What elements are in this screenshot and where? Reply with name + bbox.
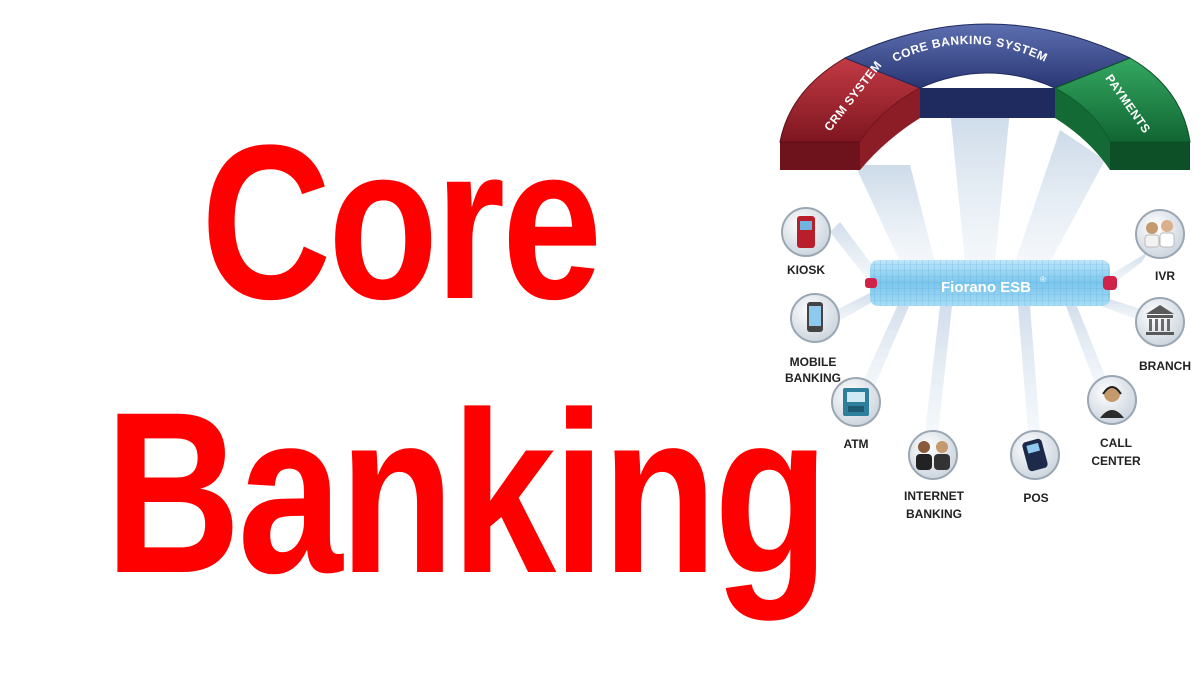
label-ivr: IVR xyxy=(1155,269,1175,283)
node-mobile-banking: MOBILE BANKING xyxy=(785,293,841,385)
label-internet-line2: BANKING xyxy=(906,507,962,521)
label-internet-line1: INTERNET xyxy=(904,489,965,503)
label-mobile-line2: BANKING xyxy=(785,371,841,385)
core-banking-diagram: CORE BANKING SYSTEM CRM SYSTEM PAYMENTS … xyxy=(779,23,1191,521)
node-internet-banking: INTERNET BANKING xyxy=(904,430,965,521)
node-call-center: CALL CENTER xyxy=(1087,375,1141,468)
label-kiosk: KIOSK xyxy=(787,263,825,277)
label-pos: POS xyxy=(1023,491,1048,505)
label-call-line2: CENTER xyxy=(1091,454,1141,468)
node-ivr: IVR xyxy=(1135,209,1185,283)
headline-core: Core xyxy=(201,99,602,345)
esb-label: Fiorano ESB xyxy=(941,279,1031,296)
payments-front xyxy=(1110,142,1190,170)
label-call-line1: CALL xyxy=(1100,436,1132,450)
mobile-phone-icon xyxy=(807,302,823,332)
label-mobile-line1: MOBILE xyxy=(790,355,837,369)
node-kiosk: KIOSK xyxy=(781,207,831,277)
label-atm: ATM xyxy=(843,437,868,451)
kiosk-icon xyxy=(797,216,815,248)
core-front xyxy=(920,88,1055,118)
node-pos: POS xyxy=(1010,430,1060,505)
node-branch: BRANCH xyxy=(1135,297,1191,373)
crm-front xyxy=(780,142,860,170)
esb-registered-mark: ® xyxy=(1040,275,1046,284)
node-atm: ATM xyxy=(831,377,881,451)
atm-icon xyxy=(843,388,869,416)
headline-banking: Banking xyxy=(104,364,829,621)
esb-bus: Fiorano ESB ® xyxy=(865,260,1117,306)
label-branch: BRANCH xyxy=(1139,359,1191,373)
